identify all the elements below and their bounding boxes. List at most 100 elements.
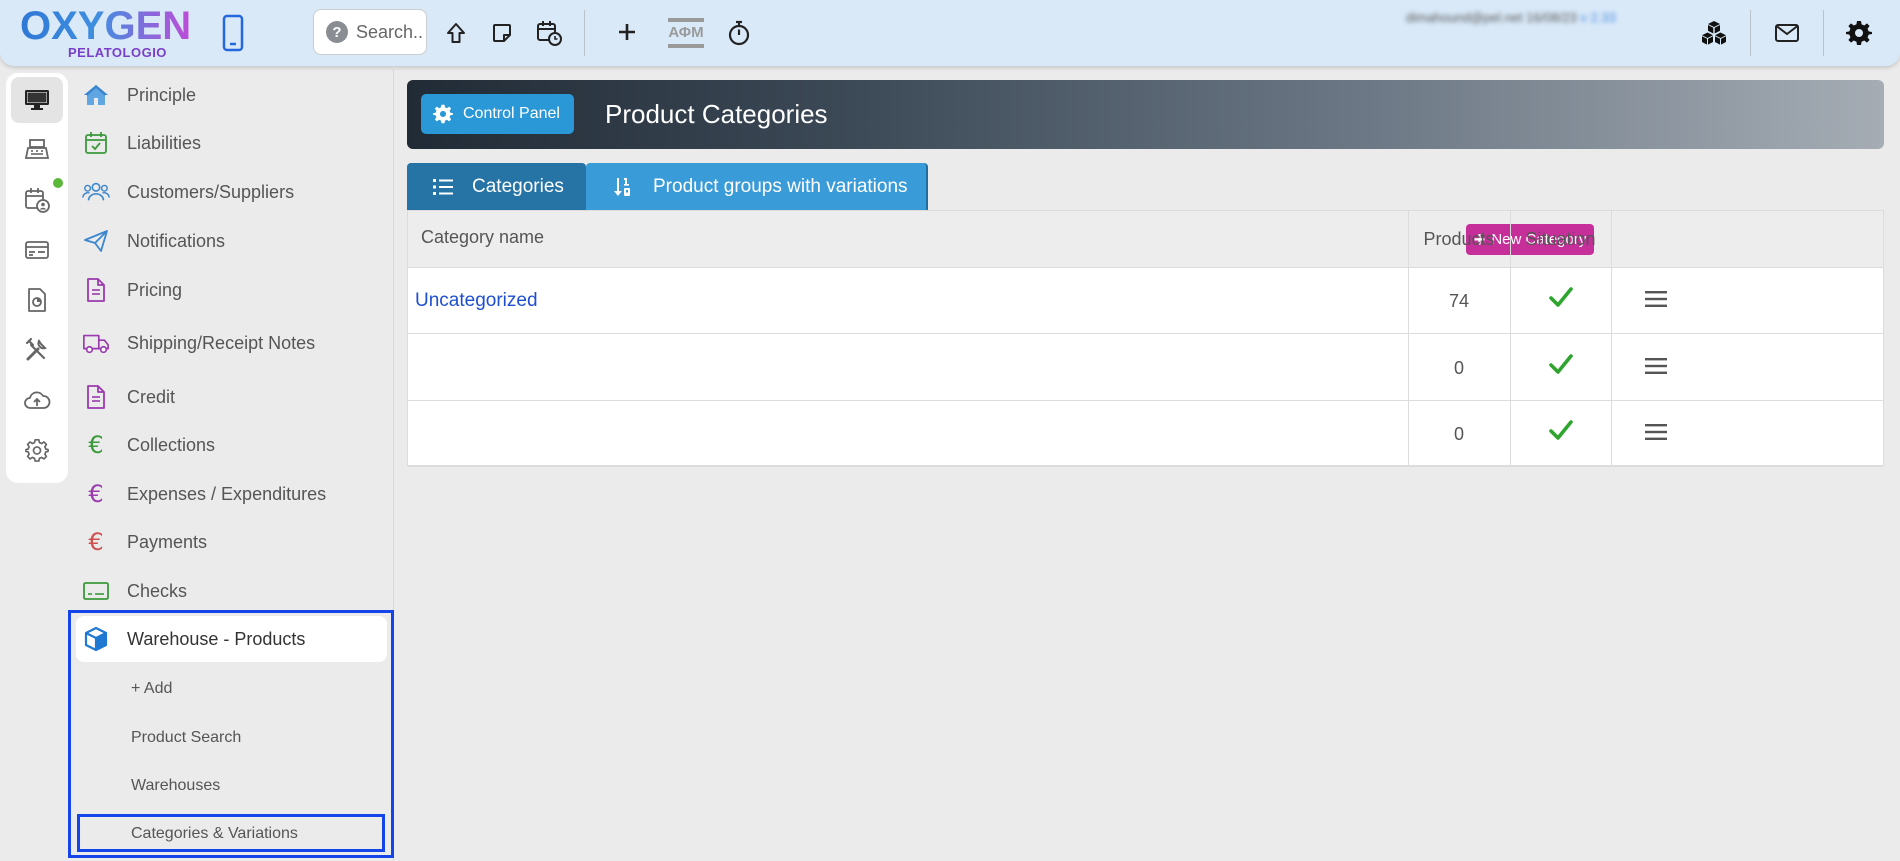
column-divider: [1611, 211, 1612, 465]
stopwatch-icon[interactable]: [725, 18, 753, 48]
document-chart-icon: [28, 288, 46, 312]
sidebar-item-label: Customers/Suppliers: [127, 181, 295, 202]
sidebar-item-label: Principle: [127, 84, 197, 105]
table-header: Category name + New Category Products Si…: [408, 211, 1883, 268]
sidebar-item-label: Collections: [127, 434, 216, 455]
products-count: 0: [1453, 424, 1464, 444]
document-icon: [82, 383, 110, 411]
rail-cash-register[interactable]: [11, 127, 63, 173]
oxygen-logo[interactable]: OXYGEN PELATOLOGIO: [20, 6, 191, 60]
users-icon: [82, 178, 110, 206]
sidebar-item-customers-suppliers[interactable]: Customers/Suppliers: [68, 172, 393, 212]
tab-label: Categories: [472, 175, 564, 197]
sidebar-item-liabilities[interactable]: Liabilities: [68, 123, 393, 163]
sidebar-item-expenses[interactable]: € Expenses / Expenditures: [68, 474, 393, 514]
cash-register-icon: [24, 139, 50, 159]
document-icon: [82, 276, 110, 304]
rail-desktop[interactable]: [11, 77, 63, 123]
row-menu-icon[interactable]: [1611, 357, 1700, 375]
euro-icon: €: [88, 480, 104, 508]
user-email: dimahound@pel.net 16/08/23: [1406, 10, 1577, 25]
sidebar-item-label: Payments: [127, 531, 208, 552]
column-header-category-name: Category name: [421, 227, 545, 247]
settings-gear-icon[interactable]: [1844, 18, 1874, 48]
search-input[interactable]: [356, 21, 426, 43]
rail-settings[interactable]: [11, 427, 63, 473]
sidebar-item-label: Notifications: [127, 230, 226, 251]
arrow-up-icon[interactable]: [443, 20, 469, 46]
sidebar-item-label: Pricing: [127, 279, 183, 300]
row-menu-icon[interactable]: [1611, 423, 1700, 441]
cloud-upload-icon: [24, 391, 51, 409]
rail-cloud-upload[interactable]: [11, 377, 63, 423]
search-box[interactable]: ?: [313, 9, 427, 55]
mobile-icon[interactable]: [218, 13, 248, 53]
paper-plane-icon: [82, 227, 110, 255]
sidebar-item-principle[interactable]: Principle: [68, 75, 393, 115]
sticky-note-icon[interactable]: [489, 20, 515, 46]
table-row: Uncategorized 74: [408, 268, 1883, 334]
sidebar-item-checks[interactable]: Checks: [68, 571, 393, 611]
sidebar-item-credit[interactable]: Credit: [68, 377, 393, 417]
tab-categories[interactable]: Categories: [407, 163, 586, 210]
sidebar-item-pricing[interactable]: Pricing: [68, 270, 393, 310]
rail-tools[interactable]: [11, 327, 63, 373]
tab-label: Product groups with variations: [653, 175, 908, 197]
id-card-icon: [25, 241, 49, 259]
page-title: Product Categories: [605, 99, 828, 129]
active-check-icon: [1510, 353, 1611, 375]
sidebar-item-shipping-receipt-notes[interactable]: Shipping/Receipt Notes: [68, 323, 393, 363]
toolbar-divider: [584, 10, 585, 56]
euro-icon: €: [88, 528, 104, 556]
rail-document-chart[interactable]: [11, 277, 63, 323]
top-bar: OXYGEN PELATOLOGIO ? ΑΦΜ dimahound@pel.n…: [0, 0, 1900, 66]
euro-icon: €: [88, 431, 104, 459]
calendar-user-icon: [25, 188, 50, 213]
calendar-check-icon: [82, 129, 110, 157]
rail-card[interactable]: [11, 227, 63, 273]
table-row: 0: [408, 401, 1883, 467]
sort-numeric-icon: [614, 177, 630, 196]
tab-product-groups[interactable]: Product groups with variations: [586, 163, 928, 210]
calendar-clock-icon[interactable]: [534, 18, 564, 48]
table-row: 0: [408, 335, 1883, 401]
desktop-icon: [25, 90, 49, 110]
column-divider: [1408, 211, 1409, 465]
row-menu-icon[interactable]: [1611, 290, 1700, 308]
module-rail: [6, 73, 68, 483]
app-version: v 2.33: [1580, 10, 1616, 25]
products-count: 0: [1453, 358, 1464, 378]
products-count: 74: [1448, 291, 1470, 311]
control-panel-label: Control Panel: [463, 105, 560, 122]
check-card-icon: [82, 577, 110, 605]
toolbar-divider: [1750, 10, 1751, 56]
plus-icon[interactable]: [614, 19, 640, 45]
truck-icon: [82, 329, 110, 357]
mail-icon[interactable]: [1772, 20, 1802, 46]
sidebar-item-label: Checks: [127, 580, 188, 601]
list-icon: [433, 178, 453, 195]
selected-subitem-highlight: [77, 814, 385, 852]
active-check-icon: [1510, 286, 1611, 308]
cubes-icon[interactable]: [1699, 18, 1729, 48]
logo-subtext: PELATOLOGIO: [68, 45, 167, 60]
active-check-icon: [1510, 419, 1611, 441]
tools-icon: [25, 337, 47, 361]
sidebar-item-label: Liabilities: [127, 132, 202, 153]
column-divider: [1510, 211, 1511, 465]
home-icon: [82, 81, 110, 109]
sidebar-item-collections[interactable]: € Collections: [68, 425, 393, 465]
logo-text: OXYGEN: [20, 4, 192, 48]
afm-button[interactable]: ΑΦΜ: [668, 18, 704, 48]
column-header-products: Products: [1423, 229, 1495, 249]
gear-icon: [433, 104, 453, 124]
categories-table: Category name + New Category Products Si…: [407, 210, 1884, 467]
control-panel-button[interactable]: Control Panel: [421, 94, 574, 134]
sidebar-item-label: Shipping/Receipt Notes: [127, 332, 316, 353]
help-icon: ?: [326, 21, 348, 43]
category-name-link[interactable]: Uncategorized: [415, 290, 538, 312]
user-info: dimahound@pel.net 16/08/23 v 2.33: [1406, 10, 1686, 30]
sidebar-item-notifications[interactable]: Notifications: [68, 221, 393, 261]
toolbar-divider: [1823, 10, 1824, 56]
sidebar-item-payments[interactable]: € Payments: [68, 522, 393, 562]
